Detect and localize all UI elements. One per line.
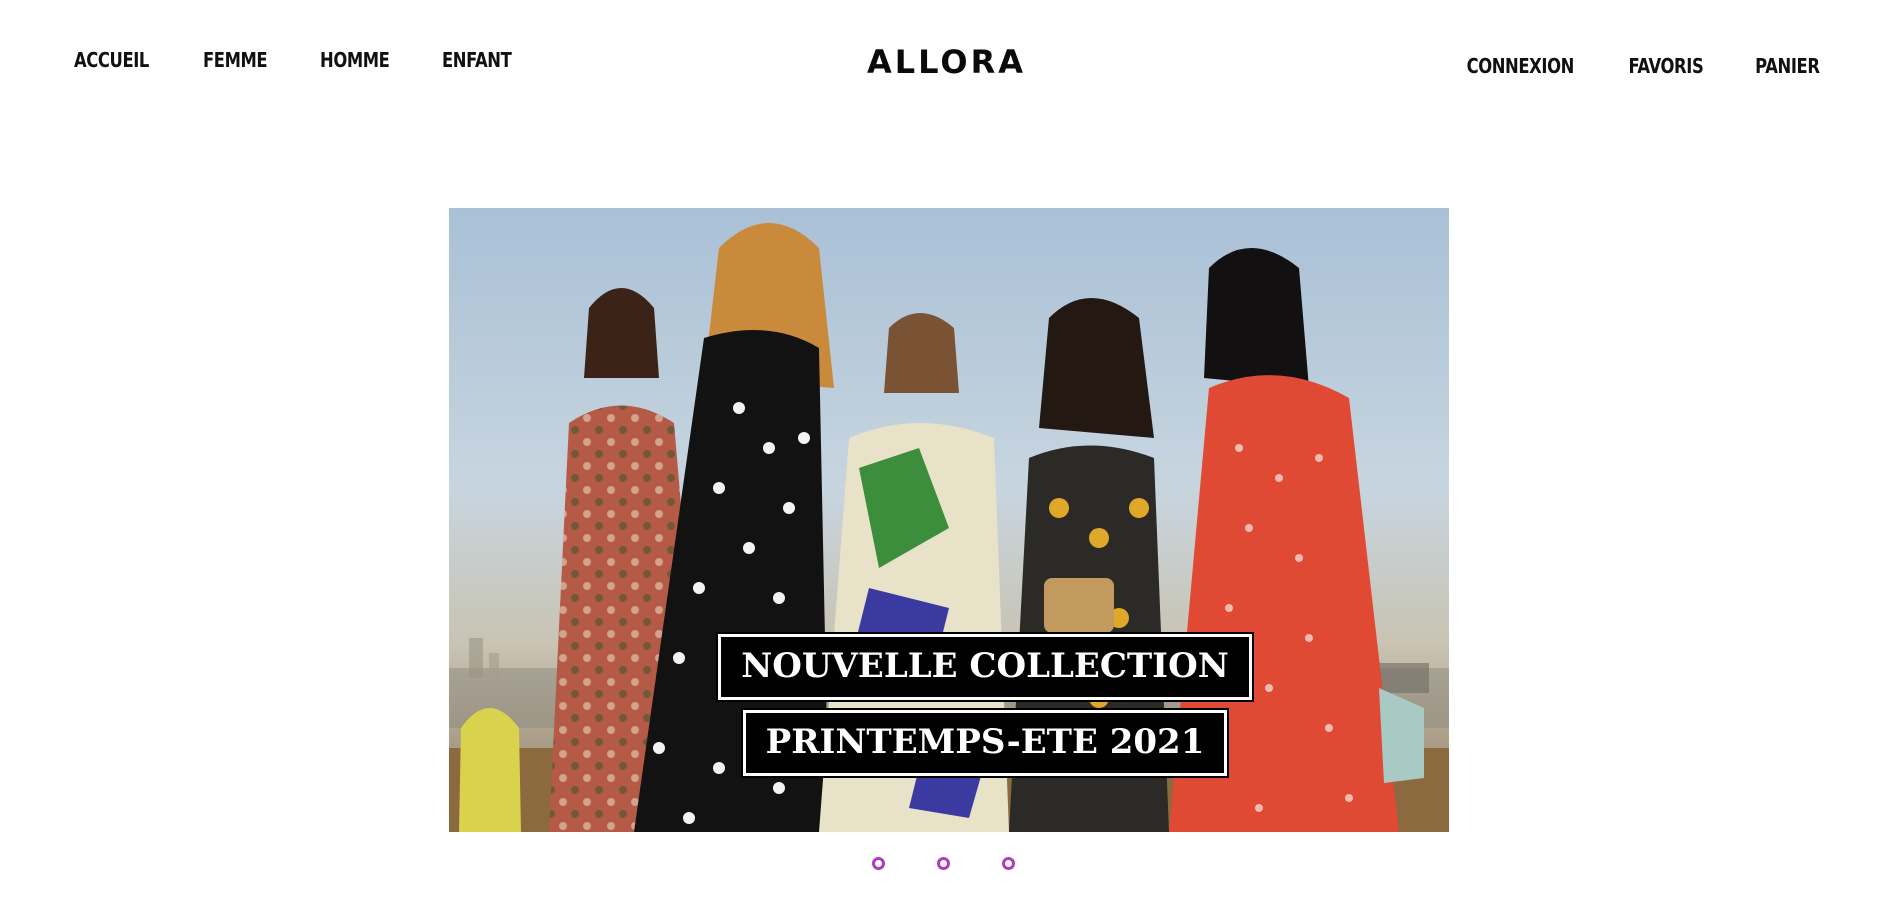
main-nav-right: CONNEXION FAVORIS PANIER — [1443, 54, 1821, 78]
slider-dot-2[interactable] — [937, 857, 950, 870]
slider-dot-3[interactable] — [1002, 857, 1015, 870]
nav-link-femme[interactable]: FEMME — [203, 48, 268, 72]
main-nav-left: ACCUEIL FEMME HOMME ENFANT — [74, 48, 527, 72]
hero-caption-line1-wrapper: NOUVELLE COLLECTION — [449, 632, 1449, 702]
nav-link-favoris[interactable]: FAVORIS — [1629, 54, 1704, 78]
nav-link-enfant[interactable]: ENFANT — [442, 48, 512, 72]
hero-caption-line2: PRINTEMPS-ETE 2021 — [740, 708, 1230, 778]
hero-caption-line1: NOUVELLE COLLECTION — [716, 632, 1254, 702]
nav-link-homme[interactable]: HOMME — [320, 48, 390, 72]
page: ACCUEIL FEMME HOMME ENFANT ALLORA CONNEX… — [0, 0, 1893, 918]
slider-dots — [872, 857, 1015, 870]
nav-link-accueil[interactable]: ACCUEIL — [74, 48, 149, 72]
hero-caption-line2-wrapper: PRINTEMPS-ETE 2021 — [449, 708, 1449, 778]
nav-link-panier[interactable]: PANIER — [1756, 54, 1821, 78]
slider-dot-1[interactable] — [872, 857, 885, 870]
nav-link-connexion[interactable]: CONNEXION — [1467, 54, 1575, 78]
hero-slider[interactable]: NOUVELLE COLLECTION PRINTEMPS-ETE 2021 — [449, 208, 1449, 832]
brand-logo[interactable]: ALLORA — [867, 42, 1026, 82]
